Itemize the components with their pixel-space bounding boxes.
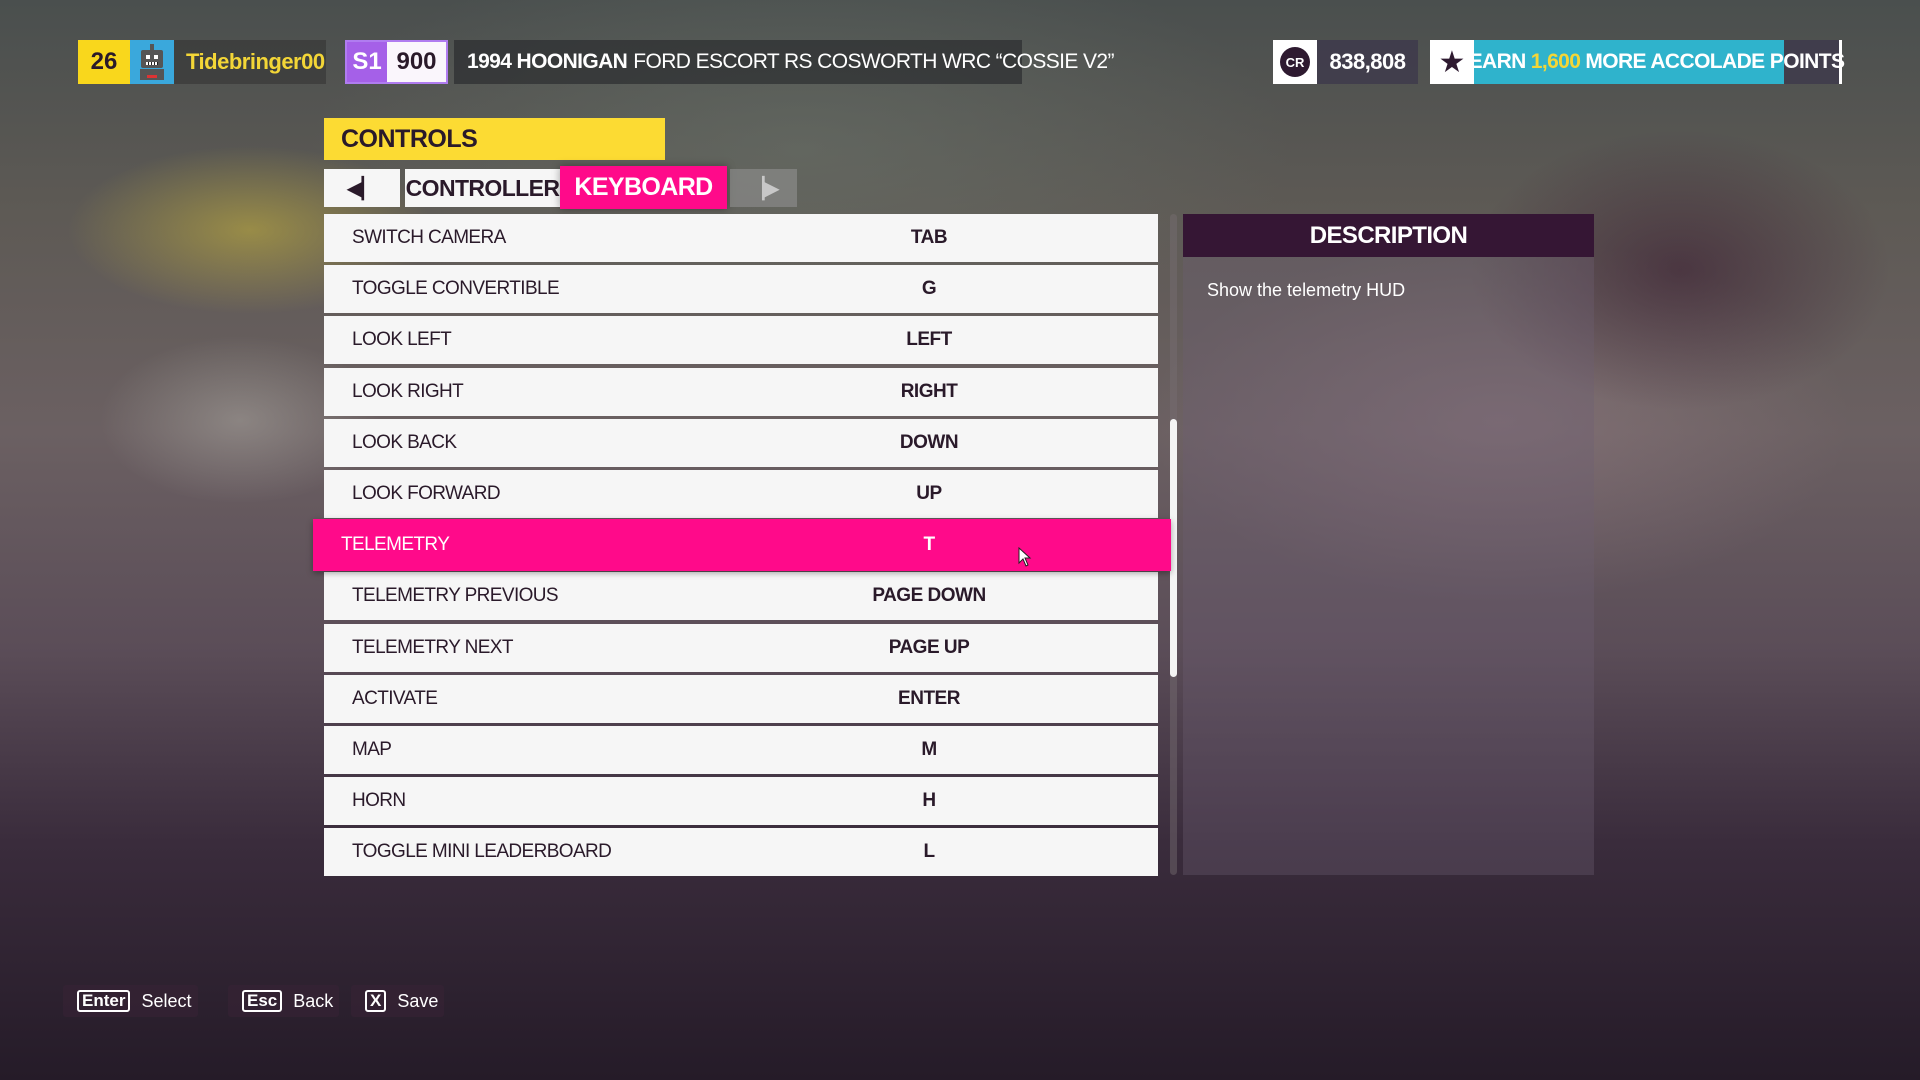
binding-row[interactable]: SWITCH CAMERA TAB — [324, 214, 1158, 262]
binding-key: LEFT — [906, 329, 952, 351]
car-pi: 900 — [387, 42, 446, 82]
binding-action: TOGGLE CONVERTIBLE — [352, 278, 560, 300]
enter-key-icon: Enter — [77, 990, 131, 1012]
chevron-left-icon: ◀▏ — [347, 177, 377, 200]
binding-key: G — [921, 278, 937, 300]
car-class-badge: S1 900 — [345, 40, 448, 84]
binding-row[interactable]: TOGGLE MINI LEADERBOARD L — [324, 828, 1158, 877]
binding-key: H — [922, 790, 936, 812]
car-year-make: 1994 HOONIGAN — [467, 50, 628, 73]
binding-row[interactable]: LOOK FORWARD UP — [324, 470, 1158, 518]
tab-prev-button[interactable]: ◀▏ — [324, 169, 400, 207]
player-level-badge: 26 — [78, 40, 130, 84]
binding-action: TELEMETRY PREVIOUS — [352, 585, 559, 607]
binding-action: LOOK FORWARD — [352, 483, 501, 504]
binding-action: ACTIVATE — [352, 687, 438, 709]
binding-action: TELEMETRY NEXT — [352, 636, 513, 658]
description-text: Show the telemetry HUD — [1207, 280, 1406, 300]
binding-action: LOOK RIGHT — [352, 380, 464, 402]
binding-row[interactable]: TELEMETRY T — [313, 519, 1171, 572]
tab-next-button[interactable]: ▕▶ — [730, 169, 797, 207]
binding-row[interactable]: TOGGLE CONVERTIBLE G — [324, 265, 1158, 314]
accolade-prefix: EARN — [1468, 50, 1527, 73]
binding-key: L — [923, 841, 935, 863]
car-class: S1 — [352, 48, 382, 75]
binding-row[interactable]: LOOK LEFT LEFT — [324, 316, 1158, 365]
robot-avatar-icon — [138, 44, 166, 80]
credits-amount: 838,808 — [1329, 49, 1406, 74]
binding-key: T — [923, 534, 935, 556]
player-gamertag: Tidebringer00 — [174, 40, 326, 84]
binding-key: PAGE UP — [888, 636, 970, 658]
chevron-right-icon: ▕▶ — [748, 177, 779, 200]
back-hint-button[interactable]: Esc Back — [228, 985, 340, 1017]
credits-display: CR 838,808 — [1273, 40, 1418, 84]
car-name: 1994 HOONIGAN FORD ESCORT RS COSWORTH WR… — [454, 40, 1115, 84]
binding-row[interactable]: ACTIVATE ENTER — [324, 674, 1158, 723]
player-level: 26 — [90, 48, 118, 75]
accolade-suffix: MORE ACCOLADE POINTS — [1585, 50, 1845, 73]
tab-keyboard[interactable]: KEYBOARD — [560, 166, 727, 209]
accolade-points: 1,600 — [1530, 50, 1581, 73]
accolade-progress-bar: EARN 1,600 MORE ACCOLADE POINTS — [1469, 40, 1845, 84]
x-key-icon: X — [365, 990, 387, 1012]
car-model: FORD ESCORT RS COSWORTH WRC “COSSIE V2” — [633, 50, 1114, 73]
binding-row[interactable]: LOOK RIGHT RIGHT — [324, 367, 1158, 416]
binding-row[interactable]: TELEMETRY NEXT PAGE UP — [324, 623, 1158, 672]
binding-action: SWITCH CAMERA — [352, 227, 506, 248]
scrollbar-thumb[interactable] — [1170, 418, 1177, 677]
binding-action: MAP — [352, 739, 392, 760]
binding-key: M — [921, 739, 937, 760]
esc-key-icon: Esc — [242, 990, 283, 1012]
binding-row[interactable]: HORN H — [324, 777, 1158, 826]
binding-row[interactable]: MAP M — [324, 726, 1158, 774]
save-hint-button[interactable]: X Save — [351, 985, 445, 1017]
binding-key: TAB — [910, 227, 948, 248]
binding-key: UP — [916, 483, 942, 504]
binding-action: LOOK BACK — [352, 431, 457, 453]
binding-action: TOGGLE MINI LEADERBOARD — [352, 841, 612, 863]
description-title: DESCRIPTION — [1183, 214, 1594, 257]
binding-action: TELEMETRY — [341, 534, 450, 556]
binding-key: PAGE DOWN — [872, 585, 986, 607]
binding-action: LOOK LEFT — [352, 329, 452, 351]
page-title: CONTROLS — [324, 118, 665, 160]
binding-key: ENTER — [898, 687, 960, 709]
save-hint-label: Save — [397, 990, 439, 1011]
description-panel — [1183, 214, 1594, 875]
select-hint-label: Select — [141, 990, 192, 1011]
accolade-progress: ★ EARN 1,600 MORE ACCOLADE POINTS — [1430, 40, 1845, 84]
player-avatar — [130, 40, 174, 84]
binding-key: RIGHT — [900, 380, 958, 402]
credits-icon: CR — [1280, 47, 1310, 77]
mouse-cursor-icon — [1018, 547, 1032, 567]
tab-controller[interactable]: CONTROLLER — [405, 169, 560, 207]
binding-row[interactable]: TELEMETRY PREVIOUS PAGE DOWN — [324, 572, 1158, 621]
back-hint-label: Back — [293, 990, 334, 1011]
accolade-star-icon: ★ — [1430, 40, 1474, 84]
select-hint-button[interactable]: Enter Select — [63, 985, 198, 1017]
binding-row[interactable]: LOOK BACK DOWN — [324, 418, 1158, 467]
binding-key: DOWN — [899, 431, 959, 453]
binding-action: HORN — [352, 790, 406, 812]
